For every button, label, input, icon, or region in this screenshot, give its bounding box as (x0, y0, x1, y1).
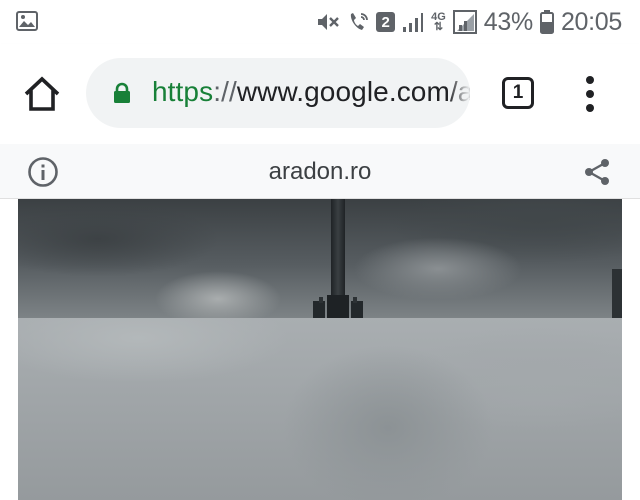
sky-photo-bottom (18, 318, 622, 500)
lock-icon (112, 82, 132, 109)
4g-icon: 4G ⇅ (431, 12, 446, 33)
data-arrows: ⇅ (433, 21, 444, 33)
sky-photo-top (18, 199, 622, 318)
battery-percent: 43% (483, 7, 533, 36)
custom-tab-info-bar: aradon.ro (0, 144, 640, 199)
status-bar: 2 4G ⇅ 43% 20:05 (0, 0, 640, 44)
browser-toolbar: https://www.google.com/a 1 (0, 44, 640, 144)
wifi-calling-icon (347, 11, 369, 33)
menu-dot (586, 76, 594, 84)
menu-dot (586, 104, 594, 112)
menu-dot (586, 90, 594, 98)
tab-switcher-button[interactable]: 1 (502, 77, 534, 109)
battery-icon (539, 10, 554, 34)
clock: 20:05 (560, 7, 622, 36)
site-domain: aradon.ro (268, 158, 372, 185)
share-icon[interactable] (582, 157, 612, 192)
sim-2-icon: 2 (376, 12, 396, 32)
pole-fixture (313, 295, 363, 318)
home-button[interactable] (22, 76, 62, 112)
mute-icon (316, 11, 340, 33)
signal-icon (402, 11, 424, 33)
url-fade (448, 58, 470, 128)
more-vertical-icon[interactable] (580, 74, 600, 114)
web-content[interactable] (0, 199, 640, 500)
url-text[interactable]: https://www.google.com/a (152, 76, 470, 108)
light-pole (331, 199, 345, 299)
url-separator: :// (213, 76, 237, 107)
url-scheme: https (152, 76, 214, 107)
url-host: www.google.com/a (236, 76, 470, 107)
signal-icon (452, 10, 477, 34)
omnibox[interactable]: https://www.google.com/a (86, 58, 470, 128)
home-icon (24, 76, 60, 111)
gallery-icon (16, 11, 38, 36)
edge-structure (612, 269, 622, 318)
status-icons: 2 4G ⇅ 43% 20:05 (316, 8, 622, 36)
